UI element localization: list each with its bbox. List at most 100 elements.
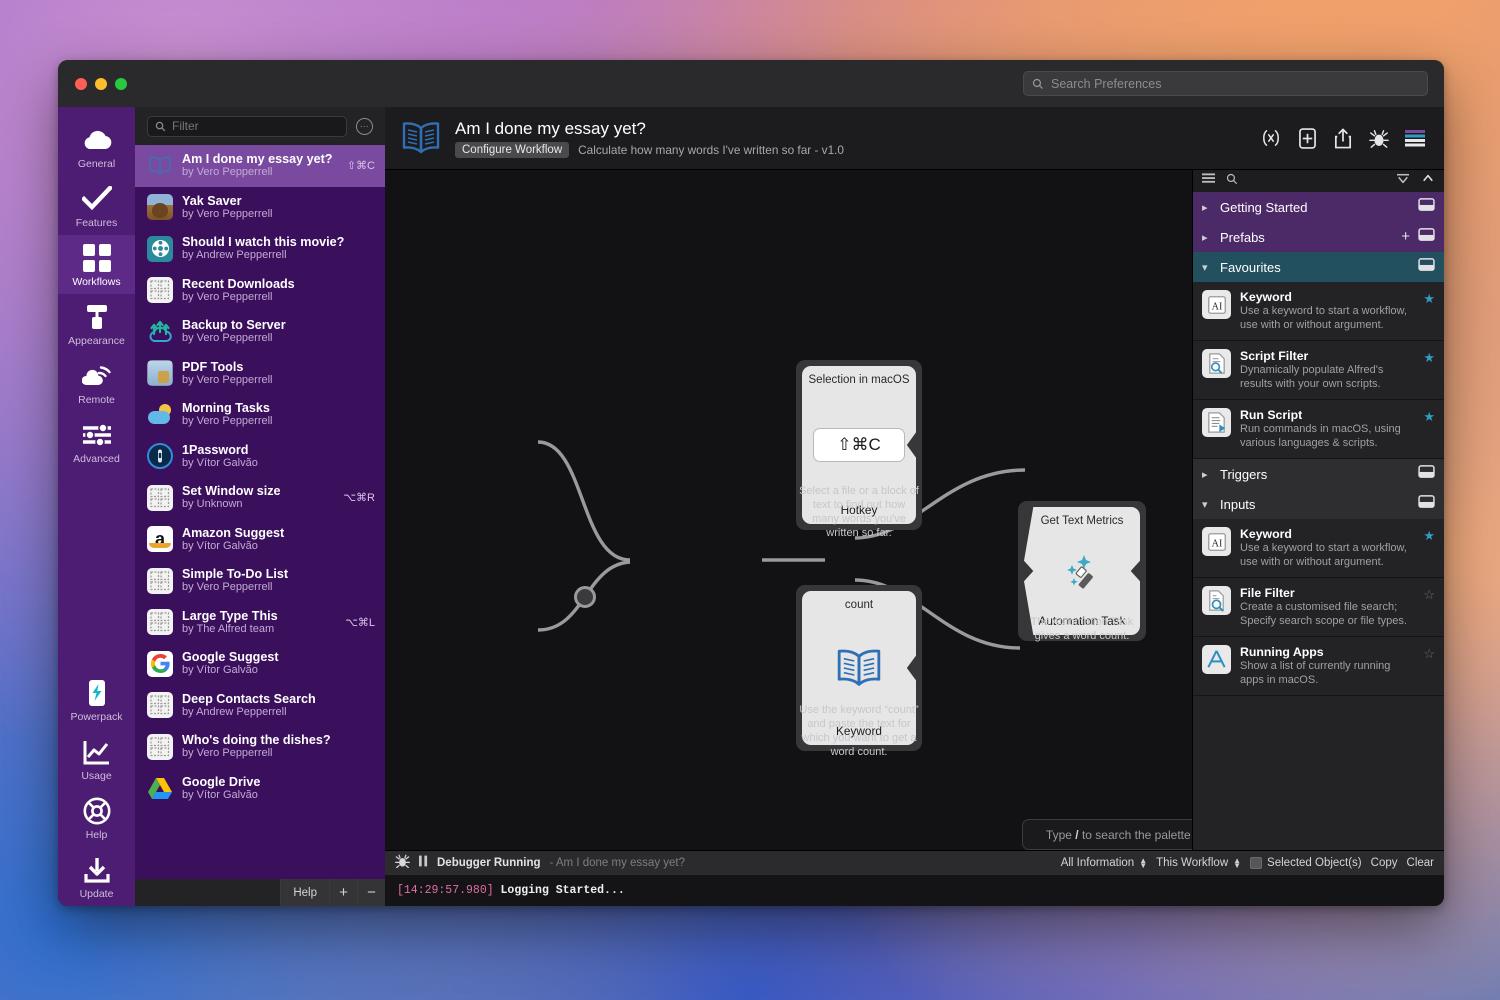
default-workflow-icon bbox=[147, 277, 173, 303]
sidebar-item-help[interactable]: Help bbox=[58, 788, 135, 847]
workflow-row[interactable]: Deep Contacts Searchby Andrew Pepperrell bbox=[135, 685, 385, 727]
debug-scope-select[interactable]: This Workflow ▲▼ bbox=[1156, 857, 1241, 869]
book-icon bbox=[147, 153, 173, 179]
favourite-star-icon[interactable]: ★ bbox=[1423, 527, 1435, 544]
collapse-group-icon[interactable] bbox=[1418, 198, 1435, 216]
workflow-row[interactable]: Large Type Thisby The Alfred team⌥⌘L bbox=[135, 602, 385, 644]
sidebar-item-remote[interactable]: Remote bbox=[58, 353, 135, 412]
workflow-row[interactable]: PDF Toolsby Vero Pepperrell bbox=[135, 353, 385, 395]
library-groups[interactable]: ▸Getting Started▸Prefabs+▾FavouritesAIKe… bbox=[1193, 192, 1444, 850]
workflow-help-button[interactable]: Help bbox=[280, 879, 329, 906]
pause-icon[interactable] bbox=[419, 854, 428, 872]
workflow-row[interactable]: Recent Downloadsby Vero Pepperrell bbox=[135, 270, 385, 312]
library-group-header[interactable]: ▸Prefabs+ bbox=[1193, 222, 1444, 252]
debug-clear-button[interactable]: Clear bbox=[1407, 857, 1434, 869]
workflow-author: by Vero Pepperrell bbox=[182, 332, 375, 345]
node-keyword[interactable]: count bbox=[796, 585, 922, 751]
search-preferences-input[interactable]: Search Preferences bbox=[1023, 71, 1428, 96]
debug-level-select[interactable]: All Information ▲▼ bbox=[1061, 857, 1147, 869]
share-export-icon[interactable] bbox=[1332, 127, 1354, 149]
library-item-name: Run Script bbox=[1240, 408, 1414, 423]
palette-search-hint[interactable]: Type / to search the palette to add a ne… bbox=[1022, 819, 1192, 850]
library-item[interactable]: Run ScriptRun commands in macOS, using v… bbox=[1193, 400, 1444, 459]
add-object-icon[interactable] bbox=[1296, 127, 1318, 149]
collapse-group-icon[interactable] bbox=[1418, 258, 1435, 276]
workflow-row[interactable]: Should I watch this movie?by Andrew Pepp… bbox=[135, 228, 385, 270]
sidebar-item-powerpack[interactable]: Powerpack bbox=[58, 670, 135, 729]
workflow-row[interactable]: Yak Saverby Vero Pepperrell bbox=[135, 187, 385, 229]
workflow-row[interactable]: Google Driveby Vítor Galvão bbox=[135, 768, 385, 810]
list-view-icon[interactable] bbox=[1202, 172, 1215, 190]
workflow-options-icon[interactable]: ⋯ bbox=[356, 118, 373, 135]
library-search-icon[interactable] bbox=[1226, 172, 1238, 190]
workflow-row[interactable]: Who's doing the dishes?by Vero Pepperrel… bbox=[135, 726, 385, 768]
library-item[interactable]: File FilterCreate a customised file sear… bbox=[1193, 578, 1444, 637]
workflow-row[interactable]: 1Passwordby Vítor Galvão bbox=[135, 436, 385, 478]
add-prefab-icon[interactable]: + bbox=[1401, 231, 1410, 243]
menu-hamburger-icon[interactable] bbox=[1404, 127, 1426, 149]
collapse-group-icon[interactable] bbox=[1418, 465, 1435, 483]
library-item-name: File Filter bbox=[1240, 586, 1414, 601]
sidebar-item-usage[interactable]: Usage bbox=[58, 729, 135, 788]
file-filter-icon bbox=[1202, 586, 1231, 615]
workflow-filter-input[interactable]: Filter bbox=[147, 116, 347, 137]
workflow-canvas[interactable]: Selection in macOS ⇧⌘C Hotkey Select a f… bbox=[385, 170, 1192, 850]
close-button[interactable] bbox=[75, 78, 87, 90]
favourite-star-icon[interactable]: ★ bbox=[1423, 408, 1435, 425]
configure-workflow-button[interactable]: Configure Workflow bbox=[455, 142, 569, 158]
chevron-updown-icon: ▲▼ bbox=[1139, 858, 1147, 868]
workflow-author: by Vero Pepperrell bbox=[182, 166, 334, 179]
collapse-all-icon[interactable] bbox=[1396, 172, 1410, 190]
log-message: Logging Started... bbox=[501, 884, 625, 897]
favourite-star-icon[interactable]: ☆ bbox=[1423, 586, 1435, 603]
debug-copy-button[interactable]: Copy bbox=[1371, 857, 1398, 869]
library-item[interactable]: Script FilterDynamically populate Alfred… bbox=[1193, 341, 1444, 400]
collapse-group-icon[interactable] bbox=[1418, 495, 1435, 513]
favourite-star-icon[interactable]: ☆ bbox=[1423, 645, 1435, 662]
workflow-row[interactable]: Set Window sizeby Unknown⌥⌘R bbox=[135, 477, 385, 519]
library-item[interactable]: Running AppsShow a list of currently run… bbox=[1193, 637, 1444, 696]
sidebar-item-features[interactable]: Features bbox=[58, 176, 135, 235]
workflow-description: Calculate how many words I've written so… bbox=[578, 143, 844, 157]
node-automation-task[interactable]: Get Text Metrics Automation bbox=[1018, 501, 1146, 641]
workflow-editor: Am I done my essay yet? Configure Workfl… bbox=[385, 107, 1444, 906]
workflow-rows[interactable]: Am I done my essay yet?by Vero Pepperrel… bbox=[135, 145, 385, 879]
workflow-add-button[interactable]: + bbox=[329, 879, 357, 906]
debug-bug-icon[interactable] bbox=[395, 854, 410, 873]
minimize-button[interactable] bbox=[95, 78, 107, 90]
chevron-down-icon: ▾ bbox=[1202, 498, 1212, 511]
library-item[interactable]: AIKeywordUse a keyword to start a workfl… bbox=[1193, 282, 1444, 341]
chevron-right-icon: ▸ bbox=[1202, 231, 1212, 244]
workflow-remove-button[interactable]: − bbox=[357, 879, 385, 906]
library-group-header[interactable]: ▾Favourites bbox=[1193, 252, 1444, 282]
variables-icon[interactable] bbox=[1260, 127, 1282, 149]
workflow-row[interactable]: Google Suggestby Vítor Galvão bbox=[135, 643, 385, 685]
node-hotkey[interactable]: Selection in macOS ⇧⌘C Hotkey Select a f… bbox=[796, 360, 922, 530]
workflow-name: Amazon Suggest bbox=[182, 526, 375, 540]
sidebar-item-appearance[interactable]: Appearance bbox=[58, 294, 135, 353]
library-item[interactable]: AIKeywordUse a keyword to start a workfl… bbox=[1193, 519, 1444, 578]
library-group-header[interactable]: ▸Getting Started bbox=[1193, 192, 1444, 222]
sidebar-item-update[interactable]: Update bbox=[58, 847, 135, 906]
favourite-star-icon[interactable]: ★ bbox=[1423, 349, 1435, 366]
sidebar-item-workflows[interactable]: Workflows bbox=[58, 235, 135, 294]
zoom-button[interactable] bbox=[115, 78, 127, 90]
sidebar-label-advanced: Advanced bbox=[73, 453, 120, 465]
collapse-group-icon[interactable] bbox=[1418, 228, 1435, 246]
library-group-header[interactable]: ▾Inputs bbox=[1193, 489, 1444, 519]
page-title: Am I done my essay yet? bbox=[455, 118, 1248, 139]
expand-all-icon[interactable] bbox=[1421, 172, 1435, 190]
workflow-author: by Andrew Pepperrell bbox=[182, 249, 375, 262]
library-group-header[interactable]: ▸Triggers bbox=[1193, 459, 1444, 489]
debug-bug-icon[interactable] bbox=[1368, 127, 1390, 149]
workflow-row[interactable]: aAmazon Suggestby Vítor Galvão bbox=[135, 519, 385, 561]
workflow-row[interactable]: Am I done my essay yet?by Vero Pepperrel… bbox=[135, 145, 385, 187]
workflow-name: Google Suggest bbox=[182, 650, 375, 664]
workflow-row[interactable]: Simple To-Do Listby Vero Pepperrell bbox=[135, 560, 385, 602]
favourite-star-icon[interactable]: ★ bbox=[1423, 290, 1435, 307]
workflow-row[interactable]: Backup to Serverby Vero Pepperrell bbox=[135, 311, 385, 353]
sidebar-item-general[interactable]: General bbox=[58, 117, 135, 176]
workflow-row[interactable]: Morning Tasksby Vero Pepperrell bbox=[135, 394, 385, 436]
sidebar-item-advanced[interactable]: Advanced bbox=[58, 412, 135, 471]
selected-objects-checkbox[interactable]: Selected Object(s) bbox=[1250, 857, 1362, 869]
